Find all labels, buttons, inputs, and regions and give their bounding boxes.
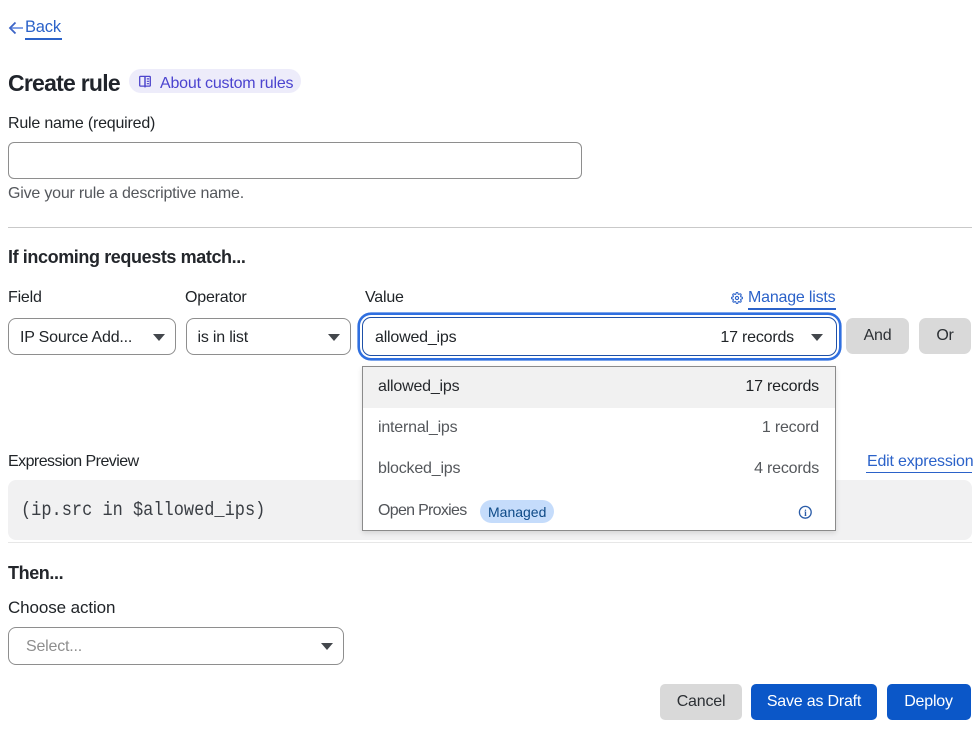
svg-text:i: i xyxy=(804,509,807,519)
